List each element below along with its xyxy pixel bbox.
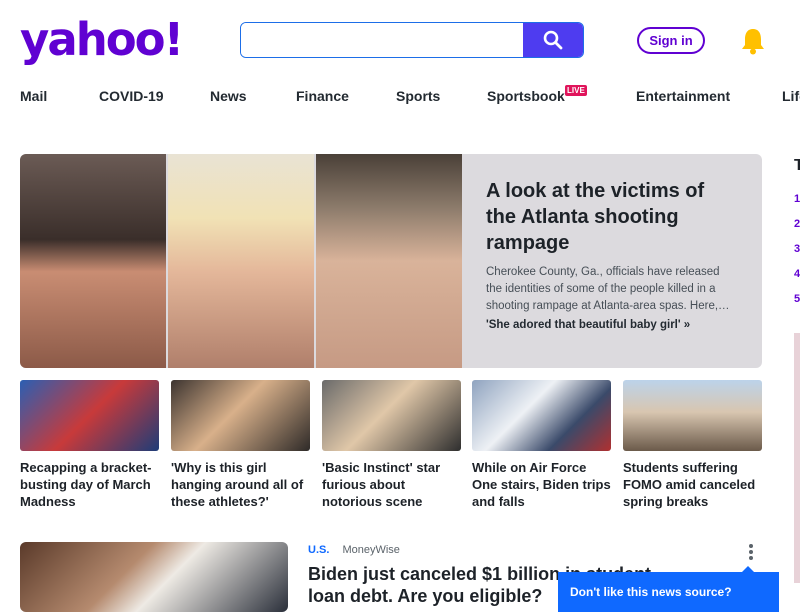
card-caption: Recapping a bracket-busting day of March… — [20, 460, 152, 509]
nav-entertainment[interactable]: Entertainment — [636, 88, 730, 104]
nav-news[interactable]: News — [210, 88, 247, 104]
hero-description: Cherokee County, Ga., officials have rel… — [486, 266, 730, 312]
hero-title[interactable]: A look at the victims of the Atlanta sho… — [486, 178, 738, 256]
search-input[interactable] — [241, 23, 523, 57]
bell-icon — [742, 29, 764, 55]
story-card[interactable]: 'Why is this girl hanging around all of … — [171, 380, 310, 510]
story-source: MoneyWise — [342, 544, 400, 556]
yahoo-logo[interactable]: yahoo! — [20, 14, 184, 66]
story-card[interactable]: Students suffering FOMO amid canceled sp… — [623, 380, 762, 510]
sign-in-button[interactable]: Sign in — [637, 27, 705, 54]
trending-number[interactable]: 4 — [794, 268, 800, 280]
live-badge: LIVE — [565, 85, 587, 96]
card-thumbnail — [623, 380, 762, 451]
card-thumbnail — [20, 380, 159, 451]
story-category[interactable]: U.S. — [308, 544, 329, 556]
card-thumbnail — [171, 380, 310, 451]
nav-covid-19[interactable]: COVID-19 — [99, 88, 164, 104]
search-button[interactable] — [523, 23, 583, 57]
nav-sportsbook[interactable]: Sportsbook — [487, 88, 565, 104]
hero-photo-1 — [20, 154, 166, 368]
search-icon — [543, 30, 563, 50]
trending-number[interactable]: 2 — [794, 218, 800, 230]
story-card[interactable]: While on Air Force One stairs, Biden tri… — [472, 380, 611, 510]
side-ad[interactable] — [794, 333, 800, 583]
hero-story[interactable]: A look at the victims of the Atlanta sho… — [20, 154, 762, 368]
nav-life[interactable]: Life — [782, 88, 800, 104]
card-thumbnail — [322, 380, 461, 451]
nav-mail[interactable]: Mail — [20, 88, 47, 104]
card-caption: While on Air Force One stairs, Biden tri… — [472, 460, 611, 509]
card-caption: 'Basic Instinct' star furious about noto… — [322, 460, 441, 509]
notifications-button[interactable] — [740, 27, 766, 60]
story-card[interactable]: Recapping a bracket-busting day of March… — [20, 380, 159, 510]
card-caption: Students suffering FOMO amid canceled sp… — [623, 460, 756, 509]
hero-photo-3 — [316, 154, 462, 368]
card-caption: 'Why is this girl hanging around all of … — [171, 460, 304, 509]
trending-title: T — [794, 157, 800, 174]
hero-link[interactable]: 'She adored that beautiful baby girl' » — [486, 319, 738, 331]
hero-photo-2 — [168, 154, 314, 368]
card-thumbnail — [472, 380, 611, 451]
stream-story-thumbnail[interactable] — [20, 542, 288, 612]
trending-number[interactable]: 1 — [794, 193, 800, 205]
trending-number[interactable]: 3 — [794, 243, 800, 255]
story-meta: U.S. MoneyWise — [308, 544, 400, 556]
story-options-button[interactable] — [745, 542, 757, 567]
search-box — [240, 22, 584, 58]
trending-number[interactable]: 5 — [794, 293, 800, 305]
hero-text: A look at the victims of the Atlanta sho… — [486, 178, 738, 331]
nav-sports[interactable]: Sports — [396, 88, 440, 104]
news-source-tooltip: Don't like this news source? — [558, 566, 779, 612]
nav-finance[interactable]: Finance — [296, 88, 349, 104]
more-vertical-icon — [749, 544, 753, 560]
story-card[interactable]: 'Basic Instinct' star furious about noto… — [322, 380, 461, 510]
